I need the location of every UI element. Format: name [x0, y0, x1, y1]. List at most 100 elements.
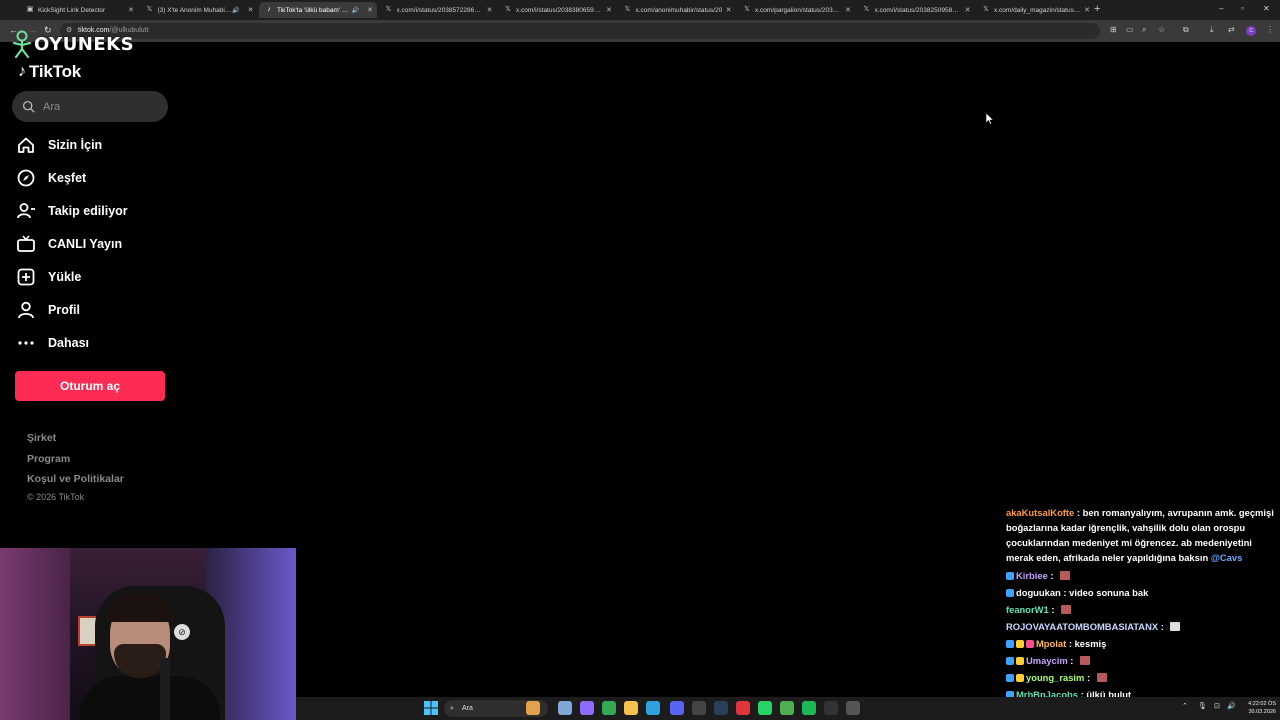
chat-username[interactable]: Kirbiee [1016, 568, 1048, 583]
tab-close-icon[interactable]: ✕ [845, 6, 851, 14]
tab-close-icon[interactable]: ✕ [367, 6, 373, 14]
chat-username[interactable]: Mpolat [1036, 636, 1066, 651]
translate-icon[interactable]: ⊞ [1110, 25, 1117, 34]
tiktok-icon: ♪ [267, 6, 271, 13]
chat-message: ROJOVAYAATOMBOMBASIATANX : [1006, 618, 1278, 635]
sidebar-item-profile[interactable]: Profil [16, 293, 176, 326]
chat-emote-icon [1170, 622, 1181, 631]
microphone-arm [160, 658, 170, 720]
cast-icon[interactable]: ▭ [1126, 25, 1134, 34]
footer-link-program[interactable]: Program [27, 452, 124, 473]
app-icon[interactable] [692, 701, 706, 715]
system-clock[interactable]: 4:22:02 ÖS 30.03.2026 [1240, 700, 1276, 716]
chrome-profile-icon[interactable] [780, 701, 794, 715]
mic-icon[interactable]: 🎙 [1198, 702, 1207, 710]
obs-icon[interactable] [824, 701, 838, 715]
chat-username[interactable]: feanorW1 [1006, 602, 1049, 617]
chat-username[interactable]: akaKutsalKofte [1006, 507, 1074, 518]
sidebar-item-following[interactable]: Takip ediliyor [16, 194, 176, 227]
search-box[interactable] [12, 91, 168, 122]
browser-tab[interactable]: ♪ TikTok'ta 'ülkü babam' bulu 🔊 ✕ [259, 2, 377, 18]
tab-title: (3) X'te Anonim Muhabir: "G [157, 6, 233, 14]
login-button[interactable]: Oturum aç [15, 371, 165, 401]
browser-tab[interactable]: 𝕏x.com/i/status/2038250958901 ✕ [857, 2, 975, 18]
sidebar-icon[interactable]: ⇄ [1228, 25, 1235, 34]
tab-title: x.com/i/status/2038250958901 [874, 6, 962, 14]
minimize-icon[interactable]: – [1219, 4, 1223, 13]
chrome-icon[interactable] [602, 701, 616, 715]
footer-link-company[interactable]: Şirket [27, 431, 124, 452]
chat-mention[interactable]: @Cavs [1211, 552, 1243, 563]
profile-avatar[interactable]: C [1246, 26, 1256, 36]
chat-badge-icon [1016, 673, 1024, 682]
whatsapp-icon[interactable] [758, 701, 772, 715]
music-app-icon[interactable] [736, 701, 750, 715]
download-icon[interactable]: ⤓ [1210, 25, 1214, 35]
browser-tab[interactable]: 𝕏x.com/i/status/2038380659102 ✕ [498, 2, 616, 18]
chat-username[interactable]: young_rasim [1026, 670, 1084, 685]
tab-audio-icon[interactable]: 🔊 [232, 7, 239, 14]
edge-icon[interactable] [646, 701, 660, 715]
x-logo-icon: 𝕏 [744, 6, 750, 13]
copilot-icon[interactable] [580, 701, 594, 715]
chat-username[interactable]: ROJOVAYAATOMBOMBASIATANX [1006, 619, 1158, 634]
sidebar-item-compass[interactable]: Keşfet [16, 161, 176, 194]
browser-tab[interactable]: 𝕏 (3) X'te Anonim Muhabir: "G 🔊 ✕ [140, 2, 258, 18]
tab-close-icon[interactable]: ✕ [726, 6, 732, 14]
tiktok-logo-text: TikTok [29, 62, 82, 81]
browser-tab[interactable]: 𝕏x.com/daily_magazin/status/20 ✕ [976, 2, 1094, 18]
chat-message: Mpolat : kesmiş [1006, 635, 1278, 652]
tab-close-icon[interactable]: ✕ [1084, 6, 1090, 14]
extensions-icon[interactable]: ⧉ [1183, 25, 1189, 35]
tiktok-logo[interactable]: ♪ TikTok [18, 62, 81, 82]
live-tv-icon [17, 234, 35, 252]
maximize-icon[interactable]: ▫ [1241, 4, 1244, 13]
tab-close-icon[interactable]: ✕ [965, 6, 971, 14]
steam-icon[interactable] [714, 701, 728, 715]
chat-username[interactable]: doguukan [1016, 585, 1061, 600]
bookmark-star-icon[interactable]: ☆ [1158, 25, 1165, 34]
chat-badge-icon [1016, 656, 1024, 665]
tab-title: x.com/anonimuhabir/status/20 [635, 6, 723, 14]
footer-link-terms[interactable]: Koşul ve Politikalar [27, 472, 124, 493]
tab-title: x.com/i/status/2038380659102 [516, 6, 604, 14]
upload-icon [17, 268, 35, 285]
sidebar-item-home[interactable]: Sizin İçin [16, 128, 176, 161]
tab-close-icon[interactable]: ✕ [487, 6, 493, 14]
files-icon[interactable] [558, 701, 572, 715]
tab-close-icon[interactable]: ✕ [606, 6, 612, 14]
browser-tab[interactable]: ▣ KickSight Link Detector ✕ [20, 2, 138, 18]
explorer-icon[interactable] [624, 701, 638, 715]
sidebar-item-upload[interactable]: Yükle [16, 260, 176, 293]
sidebar-item-more[interactable]: Dahası [16, 326, 176, 359]
tab-audio-icon[interactable]: 🔊 [352, 7, 359, 14]
windows-start-icon[interactable] [424, 701, 438, 715]
tab-close-icon[interactable]: ✕ [248, 6, 254, 14]
menu-kebab-icon[interactable]: ⋮ [1266, 25, 1274, 34]
sidebar-item-live-tv[interactable]: CANLI Yayın [16, 227, 176, 260]
game-app-icon[interactable] [846, 701, 860, 715]
new-tab-button[interactable]: + [1094, 3, 1100, 15]
search-input[interactable] [43, 100, 153, 113]
browser-tab[interactable]: 𝕏x.com/anonimuhabir/status/20 ✕ [618, 2, 736, 18]
sidebar-nav: Sizin İçin Keşfet Takip ediliyor CANLI Yayı… [16, 128, 176, 359]
chat-username[interactable]: Umaycim [1026, 653, 1068, 668]
sidebar-item-label: Takip ediliyor [48, 203, 128, 218]
spotify-icon[interactable] [802, 701, 816, 715]
chat-emote-icon [1061, 605, 1072, 614]
tab-close-icon[interactable]: ✕ [128, 6, 134, 14]
chat-badge-icon [1026, 639, 1034, 648]
chat-message: Umaycim : [1006, 652, 1278, 669]
chat-text: video sonuna bak [1069, 587, 1149, 598]
widgets-icon[interactable] [526, 701, 540, 715]
tray-chevron-icon[interactable]: ⌃ [1182, 702, 1188, 710]
close-window-icon[interactable]: ✕ [1263, 4, 1270, 13]
tab-title: x.com/daily_magazin/status/20 [994, 6, 1082, 14]
browser-tab[interactable]: 𝕏x.com/pargalion/status/203856 ✕ [737, 2, 855, 18]
browser-tab[interactable]: 𝕏x.com/i/status/2038572286291 ✕ [379, 2, 497, 18]
network-icon[interactable]: ⊡ [1214, 702, 1220, 710]
volume-icon[interactable]: 🔊 [1227, 702, 1236, 710]
zoom-icon[interactable]: ⌕ [1142, 25, 1146, 35]
discord-icon[interactable] [670, 701, 684, 715]
url-field[interactable]: ⚙ tiktok.com/@ulkubulutt [60, 23, 1100, 39]
